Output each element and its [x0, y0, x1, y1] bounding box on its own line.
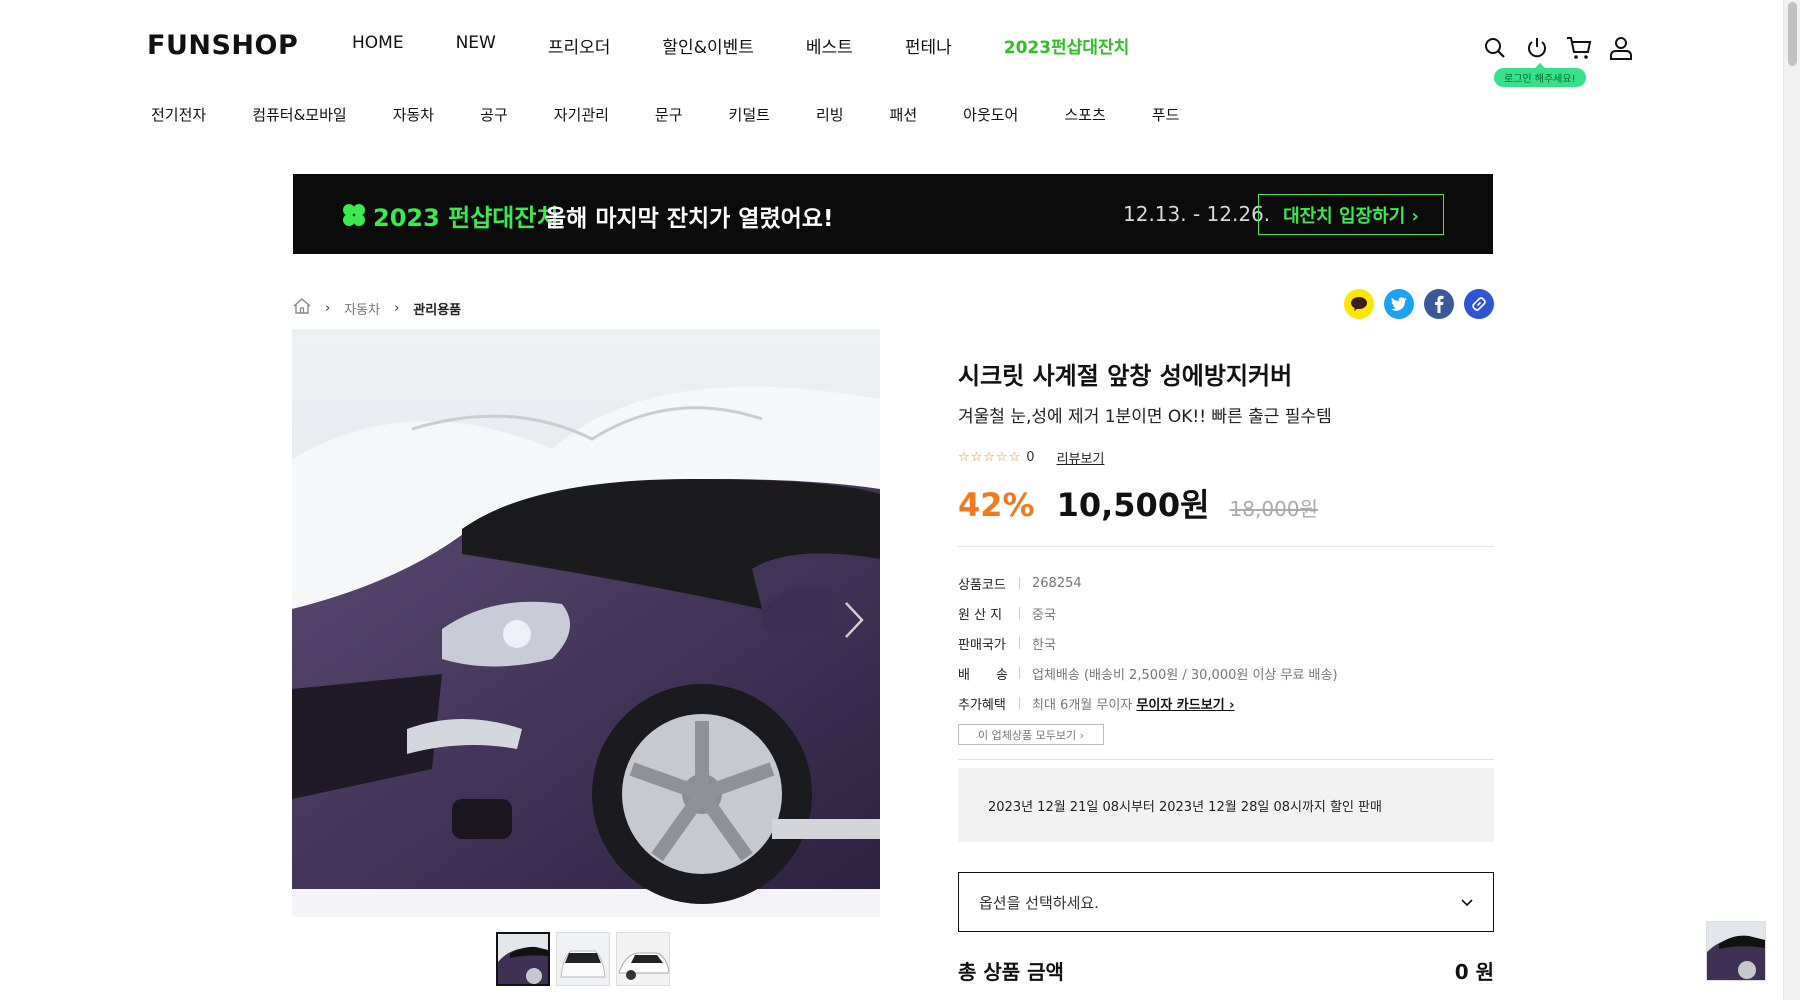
rating: ☆☆☆☆☆ 0 리뷰보기	[958, 448, 1104, 467]
category-self-care[interactable]: 자기관리	[554, 104, 609, 125]
category-fashion[interactable]: 패션	[890, 104, 918, 125]
thumbnail-2[interactable]	[556, 932, 610, 986]
spec-list: 상품코드 268254 원 산 지 중국 판매국가 한국 배 송 업체배송 (배…	[958, 568, 1494, 718]
thumbnail-3[interactable]	[616, 932, 670, 986]
category-tools[interactable]: 공구	[480, 104, 508, 125]
category-food[interactable]: 푸드	[1152, 104, 1180, 125]
sale-price: 10,500원	[1056, 486, 1210, 524]
thumbnail-1[interactable]	[496, 932, 550, 986]
option-select[interactable]: 옵션을 선택하세요.	[958, 872, 1494, 932]
breadcrumb-care[interactable]: 관리용품	[413, 299, 461, 318]
thumbnail-list	[496, 932, 676, 986]
category-sports[interactable]: 스포츠	[1064, 104, 1105, 125]
sale-period-notice: 2023년 12월 21일 08시부터 2023년 12월 28일 08시까지 …	[958, 768, 1494, 842]
funshop-logo[interactable]: FUNSHOP	[147, 30, 298, 61]
star-rating: ☆☆☆☆☆	[958, 450, 1022, 465]
review-link[interactable]: 리뷰보기	[1057, 448, 1105, 467]
banner-event-name: 2023 펀샵대잔치	[373, 204, 559, 232]
nav-home[interactable]: HOME	[352, 33, 404, 58]
category-car[interactable]: 자동차	[393, 104, 434, 125]
scrollbar-thumb[interactable]	[1788, 2, 1797, 66]
spec-value: 업체배송 (배송비 2,500원 / 30,000원 이상 무료 배송)	[1032, 667, 1338, 683]
spec-label: 상품코드	[958, 577, 1006, 593]
search-icon[interactable]	[1481, 34, 1509, 62]
spec-value: 최대 6개월 무이자 무이자 카드보기 ›	[1032, 694, 1235, 713]
discount-rate: 42%	[958, 486, 1035, 524]
spec-benefit: 추가혜택 최대 6개월 무이자 무이자 카드보기 ›	[958, 688, 1494, 718]
festival-banner[interactable]: 2023 펀샵대잔치 올해 마지막 잔치가 열렸어요! 12.13. - 12.…	[293, 174, 1493, 254]
banner-headline: 올해 마지막 잔치가 열렸어요!	[545, 206, 834, 232]
product-subtitle: 겨울철 눈,성에 제거 1분이면 OK!! 빠른 출근 필수템	[958, 407, 1332, 427]
nav-preorder[interactable]: 프리오더	[548, 33, 611, 58]
category-stationery[interactable]: 문구	[655, 104, 683, 125]
page-scrollbar[interactable]	[1783, 0, 1800, 1000]
twitter-icon[interactable]	[1384, 289, 1414, 319]
recent-viewed-item[interactable]	[1706, 921, 1766, 981]
main-nav: HOME NEW 프리오더 할인&이벤트 베스트 펀테나 2023펀샵대잔치	[352, 33, 1181, 58]
link-icon[interactable]	[1464, 289, 1494, 319]
nav-best[interactable]: 베스트	[806, 33, 853, 58]
product-main-image	[292, 329, 880, 917]
chevron-down-icon	[1461, 893, 1473, 911]
share-buttons	[1344, 289, 1504, 319]
option-select-placeholder: 옵션을 선택하세요.	[979, 893, 1099, 912]
spec-label: 배 송	[958, 667, 1008, 683]
category-outdoor[interactable]: 아웃도어	[963, 104, 1018, 125]
spec-origin: 원 산 지 중국	[958, 598, 1494, 628]
benefit-text: 최대 6개월 무이자	[1032, 697, 1133, 713]
facebook-icon[interactable]	[1424, 289, 1454, 319]
total-price-row: 총 상품 금액 0 원	[958, 956, 1494, 985]
utility-icons	[1481, 34, 1649, 62]
category-electronics[interactable]: 전기전자	[151, 104, 206, 125]
product-info: 시크릿 사계절 앞창 성에방지커버 겨울철 눈,성에 제거 1분이면 OK!! …	[958, 356, 1494, 984]
category-nav: 전기전자 컴퓨터&모바일 자동차 공구 자기관리 문구 키덜트 리빙 패션 아웃…	[151, 104, 1225, 125]
kakao-icon[interactable]	[1344, 289, 1374, 319]
nav-sale-event[interactable]: 할인&이벤트	[662, 33, 753, 58]
price: 42% 10,500원 18,000원	[958, 480, 1318, 526]
category-kidult[interactable]: 키덜트	[729, 104, 770, 125]
user-icon[interactable]	[1607, 34, 1635, 62]
original-price: 18,000원	[1229, 497, 1318, 521]
spec-value: 중국	[1032, 607, 1056, 623]
total-value: 0 원	[1454, 960, 1494, 984]
category-computer-mobile[interactable]: 컴퓨터&모바일	[252, 104, 347, 125]
breadcrumb: › 자동차 › 관리용품	[293, 298, 461, 318]
spec-label: 추가혜택	[958, 697, 1006, 713]
login-tooltip[interactable]: 로그인 해주세요!	[1494, 63, 1586, 87]
home-icon[interactable]	[293, 298, 311, 318]
banner-period: 12.13. - 12.26.	[1123, 202, 1271, 226]
nav-funtenna[interactable]: 펀테나	[905, 33, 952, 58]
spec-label: 판매국가	[958, 637, 1006, 653]
spec-product-code: 상품코드 268254	[958, 568, 1494, 598]
next-image-arrow[interactable]	[843, 600, 865, 640]
spec-sale-country: 판매국가 한국	[958, 628, 1494, 658]
breadcrumb-car[interactable]: 자동차	[344, 299, 380, 318]
spec-value: 한국	[1032, 637, 1056, 653]
cart-icon[interactable]	[1565, 34, 1593, 62]
product-title: 시크릿 사계절 앞창 성에방지커버	[958, 362, 1293, 390]
nav-2023-festival[interactable]: 2023펀샵대잔치	[1004, 33, 1130, 58]
interest-free-card-link[interactable]: 무이자 카드보기 ›	[1136, 698, 1234, 713]
enter-festival-button[interactable]: 대잔치 입장하기 ›	[1258, 194, 1444, 235]
chevron-right-icon: ›	[394, 300, 400, 316]
category-living[interactable]: 리빙	[816, 104, 844, 125]
nav-new[interactable]: NEW	[456, 33, 496, 58]
clover-icon	[343, 204, 365, 226]
chevron-right-icon: ›	[325, 300, 331, 316]
divider	[958, 546, 1494, 547]
spec-label: 원 산 지	[958, 607, 1003, 623]
spec-shipping: 배 송 업체배송 (배송비 2,500원 / 30,000원 이상 무료 배송)	[958, 658, 1494, 688]
power-icon[interactable]	[1523, 34, 1551, 62]
rating-count: 0	[1026, 450, 1035, 465]
divider	[958, 759, 1494, 760]
view-all-seller-items-button[interactable]: 이 업체상품 모두보기 ›	[958, 724, 1104, 745]
spec-value: 268254	[1032, 575, 1082, 591]
total-label: 총 상품 금액	[958, 960, 1064, 984]
